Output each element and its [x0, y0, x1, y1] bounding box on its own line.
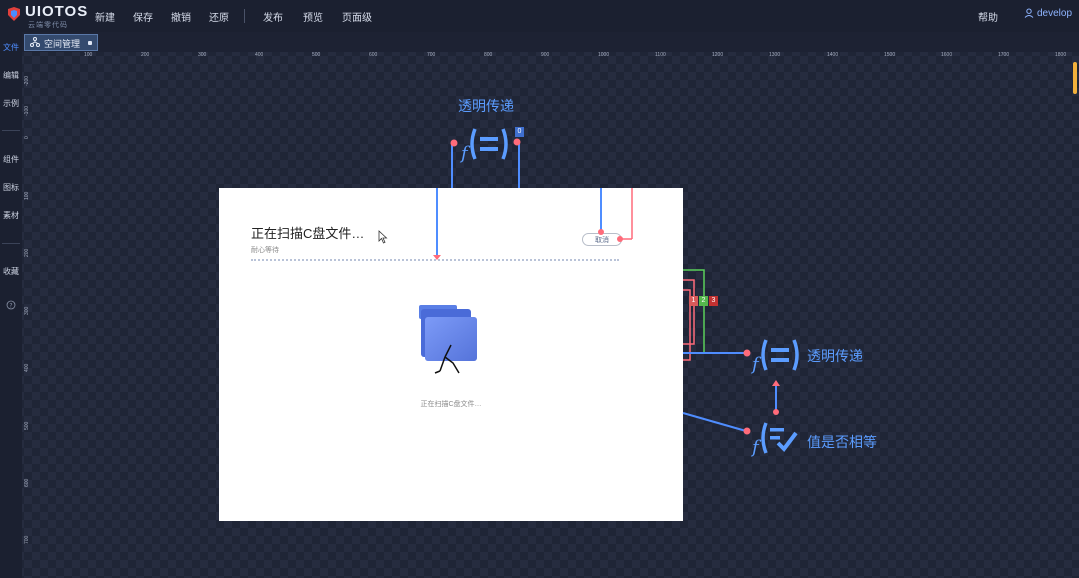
node-label-is-equal: 值是否相等	[807, 434, 877, 450]
node-badge: 0	[515, 127, 524, 137]
node-badge: 3	[709, 296, 718, 306]
function-compare-icon[interactable]: f	[750, 419, 806, 459]
svg-text:f: f	[750, 437, 762, 458]
node-badge: 1	[689, 296, 698, 306]
function-equal-icon[interactable]: f	[459, 125, 515, 165]
node-label-pass-through-top: 透明传递	[458, 98, 514, 114]
connection-wires	[433, 138, 780, 435]
function-equal-icon[interactable]: f	[750, 336, 806, 376]
svg-text:f: f	[459, 143, 471, 164]
node-label-pass-through-right: 透明传递	[807, 348, 863, 364]
svg-text:f: f	[750, 354, 762, 375]
node-badge: 2	[699, 296, 708, 306]
